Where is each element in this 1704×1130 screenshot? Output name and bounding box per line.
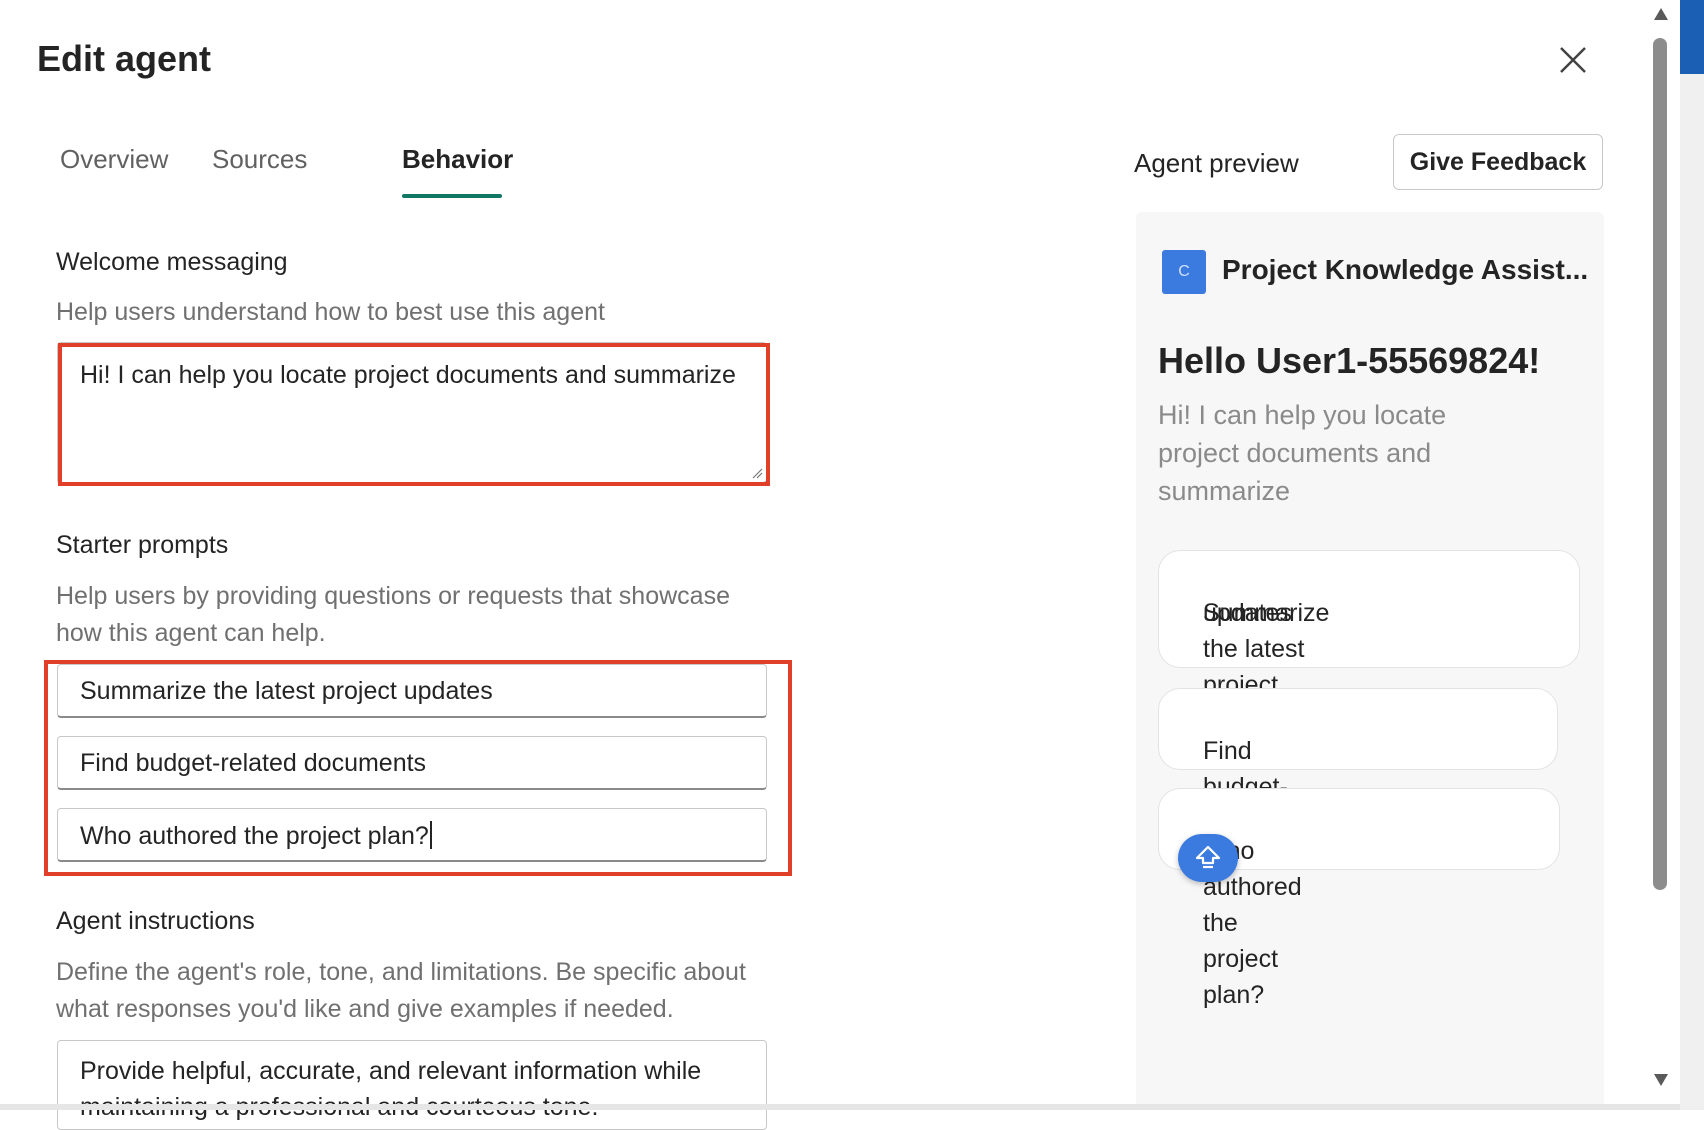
- agent-instructions-value: Provide helpful, accurate, and relevant …: [80, 1057, 702, 1121]
- agent-preview-panel: C Project Knowledge Assist... Hello User…: [1136, 212, 1604, 1110]
- instructions-section-title: Agent instructions: [56, 907, 255, 935]
- close-button[interactable]: [1555, 42, 1591, 78]
- starter-description-line-1: Help users by providing questions or req…: [56, 582, 730, 610]
- preview-welcome-line-3: summarize: [1158, 476, 1291, 506]
- agent-instructions-textarea[interactable]: Provide helpful, accurate, and relevant …: [57, 1040, 767, 1130]
- instructions-description-line-1: Define the agent's role, tone, and limit…: [56, 958, 746, 986]
- resize-grip-icon[interactable]: [751, 467, 763, 479]
- scroll-up-arrow-icon[interactable]: [1652, 6, 1670, 22]
- scrollbar-thumb[interactable]: [1653, 38, 1667, 890]
- instructions-section-description: Define the agent's role, tone, and limit…: [56, 954, 746, 1028]
- preview-welcome-message: Hi! I can help you locate project docume…: [1158, 396, 1498, 510]
- share-arrow-icon: [1195, 845, 1221, 869]
- starter-prompt-value-wrap: Who authored the project plan?: [80, 821, 432, 851]
- preview-welcome-line-2: project documents and: [1158, 438, 1432, 468]
- give-feedback-button[interactable]: Give Feedback: [1393, 134, 1603, 190]
- active-tab-indicator: [402, 194, 502, 198]
- agent-name: Project Knowledge Assist...: [1222, 254, 1589, 285]
- welcome-message-textarea[interactable]: Hi! I can help you locate project docume…: [57, 342, 767, 484]
- welcome-section-description: Help users understand how to best use th…: [56, 298, 605, 326]
- welcome-section-title: Welcome messaging: [56, 248, 288, 276]
- chip-label-line-2: updates: [1203, 599, 1292, 627]
- starter-section-description: Help users by providing questions or req…: [56, 578, 730, 652]
- starter-prompt-value: Find budget-related documents: [80, 749, 427, 777]
- background-window-edge-lower: [1680, 74, 1704, 1110]
- tab-sources[interactable]: Sources: [212, 144, 307, 175]
- scroll-down-arrow-icon[interactable]: [1652, 1072, 1670, 1088]
- tab-behavior[interactable]: Behavior: [402, 144, 513, 175]
- close-icon: [1560, 47, 1586, 73]
- preview-greeting: Hello User1-55569824!: [1158, 340, 1541, 381]
- starter-prompt-input-3[interactable]: Who authored the project plan?: [57, 808, 767, 862]
- floating-action-button[interactable]: [1178, 834, 1238, 882]
- starter-prompt-input-1[interactable]: Summarize the latest project updates: [57, 664, 767, 718]
- welcome-message-value: Hi! I can help you locate project docume…: [80, 361, 736, 389]
- instructions-description-line-2: what responses you'd like and give examp…: [56, 995, 674, 1023]
- dialog-title: Edit agent: [37, 38, 212, 79]
- text-caret: [429, 821, 432, 849]
- agent-preview-label: Agent preview: [1134, 148, 1299, 178]
- preview-starter-chip-2[interactable]: Find budget-related documents: [1158, 688, 1558, 873]
- tab-overview[interactable]: Overview: [60, 144, 168, 175]
- dialog-bottom-edge: [0, 1104, 1680, 1110]
- starter-prompt-value: Summarize the latest project updates: [80, 677, 493, 705]
- starter-section-title: Starter prompts: [56, 531, 229, 559]
- starter-prompt-value: Who authored the project plan?: [80, 822, 429, 850]
- starter-prompt-input-2[interactable]: Find budget-related documents: [57, 736, 767, 790]
- agent-avatar: C: [1162, 250, 1206, 294]
- background-window-edge: [1680, 0, 1704, 74]
- preview-welcome-line-1: Hi! I can help you locate: [1158, 400, 1447, 430]
- starter-description-line-2: how this agent can help.: [56, 619, 326, 647]
- preview-starter-chip-1[interactable]: Summarize the latest project updates: [1158, 550, 1580, 699]
